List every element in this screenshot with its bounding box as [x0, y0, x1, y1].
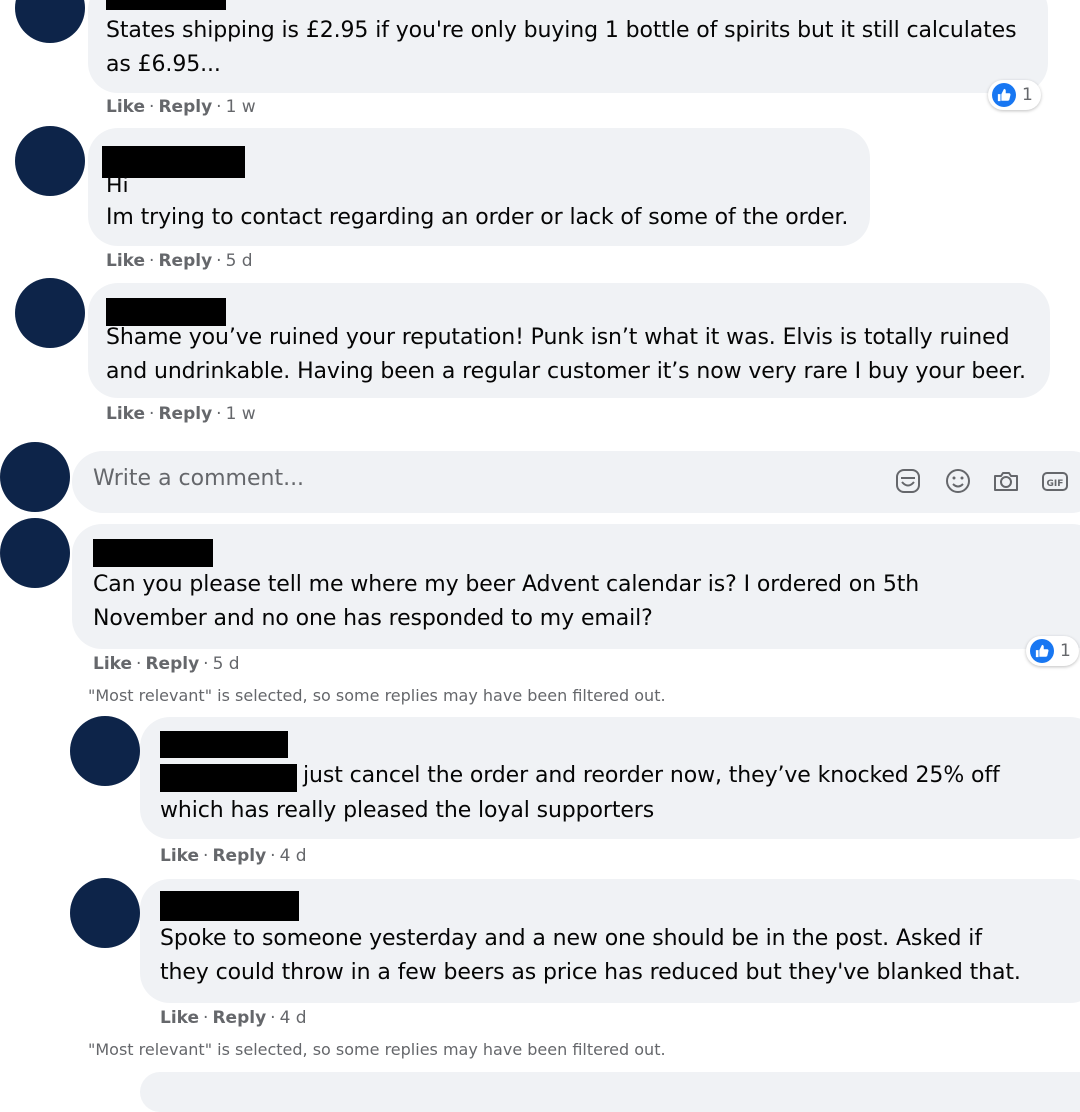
- redacted-name: [160, 731, 288, 758]
- reply-text-line: they could throw in a few beers as price…: [160, 960, 1021, 985]
- filter-notice: "Most relevant" is selected, so some rep…: [88, 1040, 666, 1059]
- reaction-badge[interactable]: 1: [1026, 636, 1079, 666]
- reaction-badge[interactable]: 1: [988, 80, 1041, 110]
- reply-button[interactable]: Reply: [212, 1008, 266, 1028]
- avatar[interactable]: [15, 0, 85, 43]
- reply-actions: Like · Reply · 4 d: [160, 1008, 307, 1028]
- reply-button[interactable]: Reply: [145, 654, 199, 674]
- comment-timestamp[interactable]: 4 d: [280, 846, 307, 866]
- like-button[interactable]: Like: [106, 404, 145, 424]
- reply-text-line: just cancel the order and reorder now, t…: [303, 763, 1000, 788]
- comment-actions: Like · Reply · 5 d: [93, 654, 240, 674]
- thumbs-up-icon: [1030, 639, 1054, 663]
- emoji-icon[interactable]: [943, 466, 973, 496]
- comment-actions: Like · Reply · 1 w: [106, 97, 256, 117]
- comment-actions: Like · Reply · 1 w: [106, 404, 256, 424]
- reply-button[interactable]: Reply: [158, 251, 212, 271]
- like-button[interactable]: Like: [160, 846, 199, 866]
- comment-actions: Like · Reply · 5 d: [106, 251, 253, 271]
- reply-actions: Like · Reply · 4 d: [160, 846, 307, 866]
- comment-timestamp[interactable]: 1 w: [226, 97, 256, 117]
- comment-text-line: Can you please tell me where my beer Adv…: [93, 572, 920, 597]
- reply-text-line: Spoke to someone yesterday and a new one…: [160, 926, 982, 951]
- comment-timestamp[interactable]: 4 d: [280, 1008, 307, 1028]
- reaction-count: 1: [1060, 641, 1071, 661]
- comment-text-line: and undrinkable. Having been a regular c…: [106, 359, 1026, 384]
- comment-text-line: Hi: [106, 174, 129, 192]
- like-button[interactable]: Like: [93, 654, 132, 674]
- avatar[interactable]: [15, 126, 85, 196]
- current-user-avatar: [0, 442, 70, 512]
- avatar[interactable]: [70, 716, 140, 786]
- redacted-name: [160, 891, 299, 921]
- redacted-mention: [160, 764, 297, 792]
- reply-button[interactable]: Reply: [158, 404, 212, 424]
- reply-text-line: which has really pleased the loyal suppo…: [160, 798, 655, 823]
- comment-input-placeholder[interactable]: Write a comment...: [93, 466, 304, 491]
- filter-notice: "Most relevant" is selected, so some rep…: [88, 686, 666, 705]
- reply-button[interactable]: Reply: [158, 97, 212, 117]
- avatar[interactable]: [70, 878, 140, 948]
- comment-text-line: States shipping is £2.95 if you're only …: [106, 18, 1017, 43]
- comment-text-line: as £6.95...: [106, 52, 221, 77]
- camera-icon[interactable]: [991, 466, 1021, 496]
- redacted-name: [106, 0, 226, 10]
- like-button[interactable]: Like: [160, 1008, 199, 1028]
- redacted-name: [93, 539, 213, 567]
- svg-text:GIF: GIF: [1047, 479, 1064, 489]
- avatar[interactable]: [0, 518, 70, 588]
- sticker-icon[interactable]: [893, 466, 923, 496]
- like-button[interactable]: Like: [106, 251, 145, 271]
- like-button[interactable]: Like: [106, 97, 145, 117]
- reply-bubble: [140, 1072, 1080, 1112]
- comment-timestamp[interactable]: 5 d: [226, 251, 253, 271]
- thumbs-up-icon: [992, 83, 1016, 107]
- comment-timestamp[interactable]: 1 w: [226, 404, 256, 424]
- comment-text-line: Shame you’ve ruined your reputation! Pun…: [106, 325, 1010, 350]
- reply-button[interactable]: Reply: [212, 846, 266, 866]
- avatar[interactable]: [15, 278, 85, 348]
- comment-text-line: November and no one has responded to my …: [93, 606, 653, 631]
- gif-icon[interactable]: GIF: [1040, 466, 1070, 496]
- comment-text-line: Im trying to contact regarding an order …: [106, 205, 849, 230]
- comment-timestamp[interactable]: 5 d: [213, 654, 240, 674]
- reaction-count: 1: [1022, 85, 1033, 105]
